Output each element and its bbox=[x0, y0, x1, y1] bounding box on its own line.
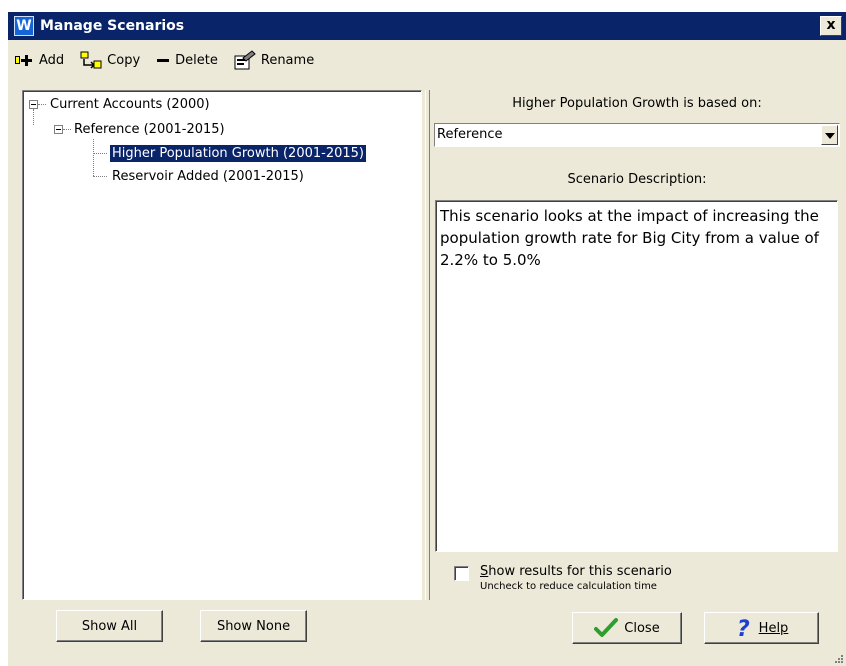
help-button[interactable]: ? Help bbox=[704, 612, 819, 644]
rename-icon bbox=[234, 50, 256, 70]
copy-button[interactable]: Copy bbox=[80, 51, 140, 69]
title-bar: W Manage Scenarios x bbox=[8, 12, 846, 40]
tree-line bbox=[93, 153, 107, 154]
rename-button[interactable]: Rename bbox=[234, 50, 314, 70]
svg-text:?: ? bbox=[737, 617, 750, 639]
show-results-hint: Uncheck to reduce calculation time bbox=[480, 581, 657, 592]
manage-scenarios-dialog: W Manage Scenarios x Add Copy Delete Ren… bbox=[8, 12, 846, 666]
panel-splitter[interactable] bbox=[425, 90, 430, 600]
show-all-label: Show All bbox=[81, 618, 138, 634]
close-button[interactable]: Close bbox=[572, 612, 682, 644]
checkmark-icon bbox=[594, 618, 619, 637]
copy-icon bbox=[80, 51, 102, 69]
window-title: Manage Scenarios bbox=[40, 18, 185, 34]
scenario-tree[interactable]: Current Accounts (2000) Reference (2001-… bbox=[22, 90, 422, 600]
collapse-reference-icon[interactable] bbox=[54, 125, 63, 134]
tree-line bbox=[93, 139, 94, 176]
add-button[interactable]: Add bbox=[14, 53, 64, 68]
show-all-button[interactable]: Show All bbox=[56, 610, 163, 642]
based-on-dropdown[interactable]: Reference bbox=[434, 123, 840, 147]
delete-label: Delete bbox=[175, 52, 218, 68]
copy-label: Copy bbox=[107, 52, 141, 68]
tree-line bbox=[63, 129, 71, 130]
tree-node-current-accounts[interactable]: Current Accounts (2000) bbox=[50, 96, 210, 113]
question-mark-icon: ? bbox=[737, 617, 750, 639]
tree-line bbox=[33, 109, 34, 125]
show-results-label: Show results for this scenario bbox=[480, 564, 672, 579]
scenario-description-textarea[interactable]: This scenario looks at the impact of inc… bbox=[435, 200, 838, 552]
tree-line bbox=[38, 104, 46, 105]
show-results-label-rest: how results for this scenario bbox=[488, 564, 672, 579]
add-label: Add bbox=[39, 52, 65, 68]
dropdown-arrow-icon[interactable] bbox=[821, 125, 838, 145]
resize-grip-icon[interactable] bbox=[832, 652, 844, 664]
close-label: Close bbox=[624, 620, 660, 636]
close-window-button[interactable]: x bbox=[820, 16, 842, 36]
tree-node-reservoir-added[interactable]: Reservoir Added (2001-2015) bbox=[112, 168, 304, 185]
toolbar: Add Copy Delete Rename bbox=[8, 42, 846, 78]
help-label: Help bbox=[758, 620, 789, 636]
delete-button[interactable]: Delete bbox=[156, 53, 218, 68]
show-none-button[interactable]: Show None bbox=[200, 610, 307, 642]
add-icon bbox=[15, 55, 32, 66]
tree-node-higher-population-growth[interactable]: Higher Population Growth (2001-2015) bbox=[109, 144, 367, 163]
rename-label: Rename bbox=[260, 52, 315, 68]
show-none-label: Show None bbox=[216, 618, 291, 634]
app-logo-icon: W bbox=[14, 16, 34, 36]
based-on-header: Higher Population Growth is based on: bbox=[512, 96, 762, 111]
tree-node-reference[interactable]: Reference (2001-2015) bbox=[74, 121, 225, 138]
collapse-root-icon[interactable] bbox=[29, 100, 38, 109]
description-header: Scenario Description: bbox=[567, 172, 707, 187]
show-results-option[interactable]: Show results for this scenario Uncheck t… bbox=[454, 564, 672, 592]
tree-line bbox=[93, 176, 107, 177]
show-results-checkbox[interactable] bbox=[454, 566, 469, 581]
minus-icon bbox=[157, 59, 170, 62]
based-on-value: Reference bbox=[437, 127, 503, 142]
